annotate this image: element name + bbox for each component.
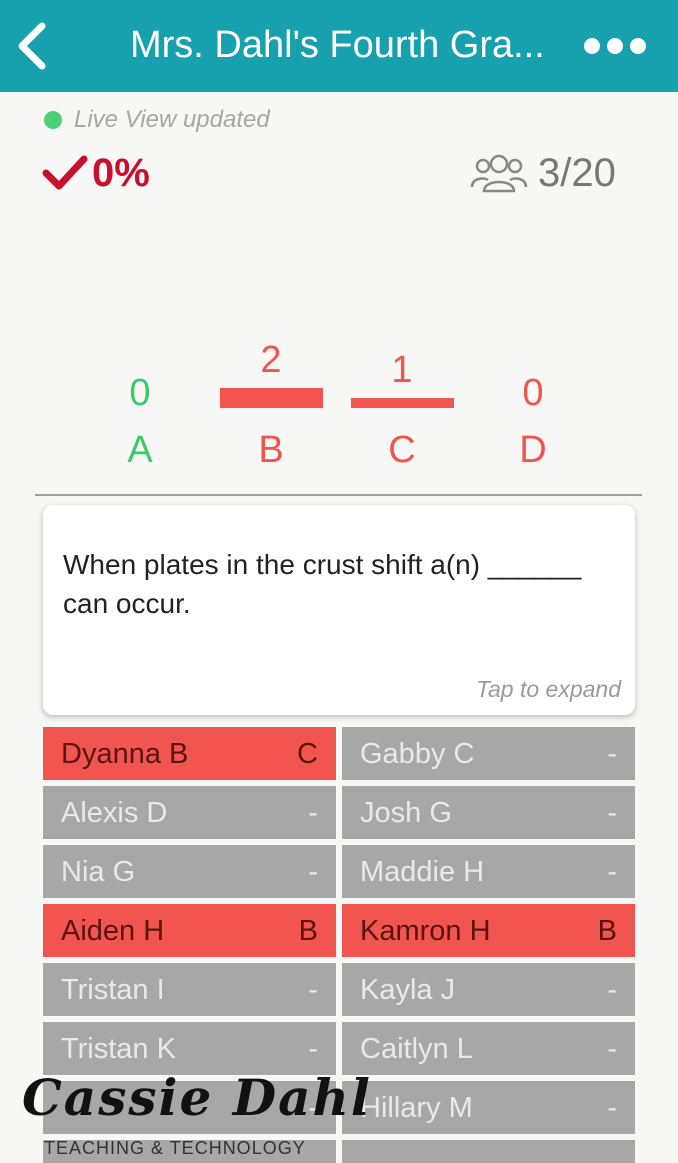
student-name: Josh G xyxy=(360,797,452,829)
student-answer: - xyxy=(607,1092,617,1124)
option-a-label: A xyxy=(127,429,153,471)
accuracy-value: 0% xyxy=(92,150,150,195)
student-name: Gabby C xyxy=(360,738,475,770)
student-name: Caitlyn L xyxy=(360,1033,473,1065)
option-b-bar xyxy=(220,388,323,408)
student-answer: - xyxy=(308,974,318,1006)
student-answer: - xyxy=(308,797,318,829)
option-d-label: D xyxy=(519,429,547,471)
student-answer: C xyxy=(297,738,318,770)
more-options-button[interactable] xyxy=(582,30,648,62)
question-card[interactable]: When plates in the crust shift a(n) ____… xyxy=(43,505,635,715)
option-d-count: 0 xyxy=(522,372,544,414)
student-answer: - xyxy=(607,738,617,770)
student-answer: B xyxy=(597,915,617,947)
live-dot-icon xyxy=(44,111,62,129)
option-b-label: B xyxy=(258,429,284,471)
student-answer: - xyxy=(308,856,318,888)
student-tile[interactable]: Hillary M - xyxy=(342,1081,635,1134)
student-name: Aiden H xyxy=(61,915,165,947)
student-tile[interactable]: Dyanna B C xyxy=(43,727,336,780)
option-c-bar xyxy=(351,398,454,408)
student-tile[interactable] xyxy=(342,1140,635,1163)
student-answer: - xyxy=(308,1033,318,1065)
accuracy-indicator: 0% xyxy=(42,148,150,198)
option-c-count: 1 xyxy=(391,349,413,391)
student-answer: - xyxy=(607,856,617,888)
student-name: Kayla J xyxy=(360,974,456,1006)
divider xyxy=(35,494,642,496)
watermark-tagline: TEACHING & TECHNOLOGY xyxy=(44,1138,306,1158)
app-header: Mrs. Dahl's Fourth Gra... xyxy=(0,0,678,92)
more-horizontal-icon xyxy=(584,38,646,54)
student-name: Maddie H xyxy=(360,856,485,888)
student-name: Tristan K xyxy=(61,1033,176,1065)
chevron-left-icon xyxy=(18,22,46,70)
student-name: Hillary M xyxy=(360,1092,473,1124)
live-status-text: Live View updated xyxy=(74,106,270,133)
student-answer: B xyxy=(298,915,318,947)
student-tile[interactable]: Gabby C - xyxy=(342,727,635,780)
student-tile[interactable]: Josh G - xyxy=(342,786,635,839)
watermark-name: Cassie Dahl xyxy=(22,1068,372,1127)
student-name: Nia G xyxy=(61,856,136,888)
student-tile[interactable]: Alexis D - xyxy=(43,786,336,839)
checkmark-icon xyxy=(42,155,88,190)
back-button[interactable] xyxy=(14,22,54,70)
student-name: Dyanna B xyxy=(61,738,189,770)
student-tile[interactable]: Aiden H B xyxy=(43,904,336,957)
student-name: Kamron H xyxy=(360,915,491,947)
student-tile[interactable]: Kamron H B xyxy=(342,904,635,957)
participant-count-value: 3/20 xyxy=(538,150,616,195)
student-answer: - xyxy=(607,797,617,829)
option-b-count: 2 xyxy=(260,339,282,381)
student-tile[interactable]: Maddie H - xyxy=(342,845,635,898)
student-answer: - xyxy=(607,1033,617,1065)
participant-count: 3/20 xyxy=(470,148,616,198)
option-c-label: C xyxy=(388,429,416,471)
student-name: Tristan I xyxy=(61,974,165,1006)
watermark-logo: Cassie Dahl TEACHING & TECHNOLOGY xyxy=(22,1068,370,1163)
student-tile[interactable]: Caitlyn L - xyxy=(342,1022,635,1075)
student-tile[interactable]: Nia G - xyxy=(43,845,336,898)
student-tile[interactable]: Tristan I - xyxy=(43,963,336,1016)
option-a-count: 0 xyxy=(129,372,151,414)
live-status: Live View updated xyxy=(44,105,270,135)
group-icon xyxy=(470,154,528,193)
question-text: When plates in the crust shift a(n) ____… xyxy=(63,549,582,619)
student-answer: - xyxy=(607,974,617,1006)
student-tile[interactable]: Kayla J - xyxy=(342,963,635,1016)
tap-to-expand-hint: Tap to expand xyxy=(476,676,621,702)
page-title: Mrs. Dahl's Fourth Gra... xyxy=(130,24,545,66)
student-name: Alexis D xyxy=(61,797,168,829)
